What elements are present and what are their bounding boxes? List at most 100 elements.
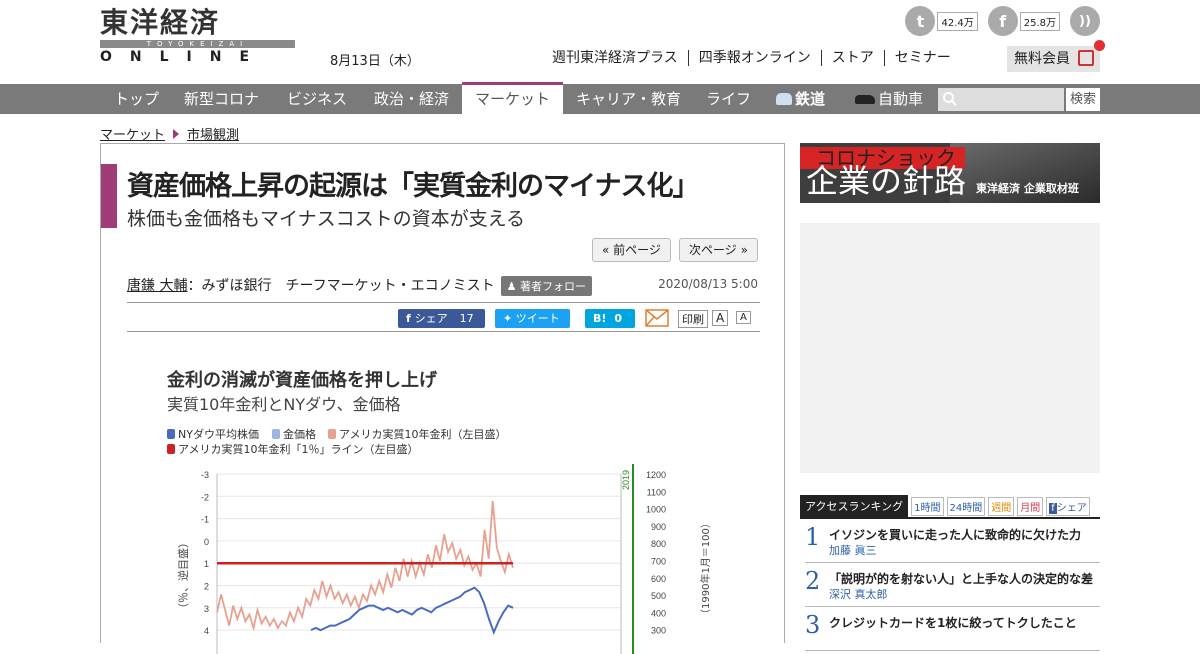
chart-title: 金利の消滅が資産価格を押し上げ <box>167 370 437 391</box>
nav-car-label: 自動車 <box>878 90 924 108</box>
author-affiliation: ：みずほ銀行 チーフマーケット・エコノミスト <box>187 278 495 294</box>
y-left-tick-label: -1 <box>201 515 209 525</box>
article-title: 資産価格上昇の起源は「実質金利のマイナス化」 <box>127 171 699 202</box>
author-line: 唐鎌 大輔：みずほ銀行 チーフマーケット・エコノミスト ♟ 著者フォロー <box>127 275 592 296</box>
share-label: シェア <box>414 312 448 325</box>
rank-author[interactable]: 深沢 真太郎 <box>829 586 888 602</box>
nav-politics[interactable]: 政治・経済 <box>374 84 449 114</box>
font-small-button[interactable]: A <box>736 311 751 324</box>
facebook-icon: f <box>406 312 415 325</box>
legend-label: 金価格 <box>283 428 316 441</box>
facebook-share-button[interactable]: f シェア 17 <box>398 309 485 328</box>
hatena-bookmark-button[interactable]: B! 0 <box>585 309 635 328</box>
ranking-item[interactable]: 3 クレジットカードを1枚に絞ってトクしたこと <box>805 607 1100 651</box>
rank-title[interactable]: 「説明が的を射ない人」と上手な人の決定的な差 <box>829 570 1093 587</box>
rank-number: 1 <box>805 523 821 551</box>
mail-icon[interactable] <box>645 309 669 327</box>
link-seminar[interactable]: セミナー <box>883 50 961 66</box>
dow-series-line <box>310 586 514 636</box>
legend-item-dow: NYダウ平均株価 <box>167 426 259 442</box>
tab-share[interactable]: f シェア <box>1046 496 1090 516</box>
legend-swatch <box>328 429 336 439</box>
twitter-count: 42.4万 <box>937 11 978 31</box>
nav-top[interactable]: トップ <box>114 84 159 114</box>
rank-number: 3 <box>805 611 821 639</box>
twitter-follow[interactable]: t 42.4万 <box>905 6 978 36</box>
ranking-item[interactable]: 1 イソジンを買いに走った人に致命的に欠けた力 加藤 眞三 <box>805 519 1100 563</box>
rank-author[interactable]: 加藤 眞三 <box>829 542 877 558</box>
y-right-tick-label: 800 <box>651 539 666 549</box>
rank-number: 2 <box>805 567 821 595</box>
person-icon: ♟ <box>506 280 520 293</box>
facebook-follow[interactable]: f 25.8万 <box>987 6 1060 36</box>
tweet-label: ツイート <box>515 312 560 325</box>
y-left-tick-label: 4 <box>204 626 209 636</box>
corona-shock-banner[interactable]: コロナショック 企業の針路 東洋経済 企業取材班 <box>800 143 1100 203</box>
tweet-button[interactable]: ✦ ツイート <box>495 309 570 328</box>
prev-page-button[interactable]: « 前ページ <box>592 238 671 262</box>
car-icon <box>855 95 875 104</box>
tab-1hour[interactable]: 1時間 <box>911 496 944 516</box>
y-left-tick-label: 3 <box>204 604 209 614</box>
y-right-tick-label: 1200 <box>646 470 666 480</box>
chart-plot: -3 -2 -1 0 1 2 3 4 1200 1100 1000 900 800 700 600 500 40… <box>176 464 712 654</box>
y-right-tick-label: 900 <box>651 522 666 532</box>
breadcrumb: マーケット 市場観測 <box>100 124 239 143</box>
notification-dot <box>1094 40 1105 51</box>
author-name[interactable]: 唐鎌 大輔 <box>127 278 187 294</box>
nav-life[interactable]: ライフ <box>706 84 751 114</box>
logo-roman: TOYOKEIZAI <box>100 40 295 48</box>
crumb-market-watch[interactable]: 市場観測 <box>187 124 239 143</box>
link-toyo-plus[interactable]: 週刊東洋経済プラス <box>552 50 688 66</box>
link-shikiho[interactable]: 四季報オンライン <box>687 50 821 66</box>
nav-business[interactable]: ビジネス <box>287 84 347 114</box>
share-bar: f シェア 17 ✦ ツイート B! 0 印刷 A A <box>127 302 760 332</box>
crumb-separator-icon <box>173 128 180 139</box>
free-member-button[interactable]: 無料会員 <box>1007 40 1105 72</box>
y-right-tick-label: 300 <box>651 626 666 636</box>
tab-share-label: シェア <box>1056 502 1087 514</box>
banner-main-text: 企業の針路 <box>806 162 967 200</box>
member-label: 無料会員 <box>1014 51 1070 67</box>
nav-railway-label: 鉄道 <box>795 90 826 108</box>
nav-railway[interactable]: 鉄道 <box>776 84 825 114</box>
top-links: 週刊東洋経済プラス 四季報オンライン ストア セミナー <box>552 50 961 66</box>
rss-follow[interactable]: )) <box>1070 6 1100 36</box>
legend-swatch <box>272 429 280 439</box>
print-button[interactable]: 印刷 <box>678 310 708 328</box>
y-left-tick-label: 1 <box>204 559 209 569</box>
nav-career[interactable]: キャリア・教育 <box>576 84 681 114</box>
legend-swatch <box>167 429 175 439</box>
ranking-item[interactable]: 2 「説明が的を射ない人」と上手な人の決定的な差 深沢 真太郎 <box>805 563 1100 607</box>
crumb-market[interactable]: マーケット <box>100 124 165 143</box>
chart: 金利の消滅が資産価格を押し上げ 実質10年金利とNYダウ、金価格 NYダウ平均株… <box>161 364 721 654</box>
y-left-tick-label: 2 <box>204 582 209 592</box>
next-page-button[interactable]: 次ページ » <box>679 238 758 262</box>
ad-placeholder <box>800 223 1100 473</box>
nav-market[interactable]: マーケット <box>462 82 564 114</box>
follow-label: 著者フォロー <box>519 280 586 293</box>
rank-title[interactable]: イソジンを買いに走った人に致命的に欠けた力 <box>829 526 1081 543</box>
legend-item-rate: アメリカ実質10年金利（左目盛） <box>328 426 506 442</box>
publish-date: 2020/08/13 5:00 <box>658 277 758 291</box>
tab-monthly[interactable]: 月間 <box>1017 496 1044 516</box>
search-button[interactable]: 検索 <box>1066 88 1100 111</box>
title-accent-bar <box>101 164 117 228</box>
facebook-count: 25.8万 <box>1019 11 1060 31</box>
legend-label: アメリカ実質10年金利（左目盛） <box>339 428 507 441</box>
train-icon <box>776 93 792 105</box>
tab-weekly[interactable]: 週間 <box>988 496 1015 516</box>
nav-corona[interactable]: 新型コロナ <box>184 84 259 114</box>
site-logo[interactable]: 東洋経済 TOYOKEIZAI ONLINE <box>100 8 295 70</box>
tab-24hours[interactable]: 24時間 <box>946 496 986 516</box>
link-store[interactable]: ストア <box>820 50 884 66</box>
site-header: 東洋経済 TOYOKEIZAI ONLINE 8月13日（木） t 42.4万 … <box>0 0 1200 84</box>
rank-title[interactable]: クレジットカードを1枚に絞ってトクしたこと <box>829 614 1077 631</box>
follow-author-button[interactable]: ♟ 著者フォロー <box>500 276 592 296</box>
hatena-label: B! <box>593 312 607 325</box>
y-right-axis-label: （1990年1月＝100） <box>699 518 712 619</box>
font-large-button[interactable]: A <box>712 310 729 326</box>
nav-car[interactable]: 自動車 <box>855 84 923 114</box>
search-input[interactable] <box>938 88 1064 111</box>
year-marker-label: 2019 <box>621 470 631 490</box>
